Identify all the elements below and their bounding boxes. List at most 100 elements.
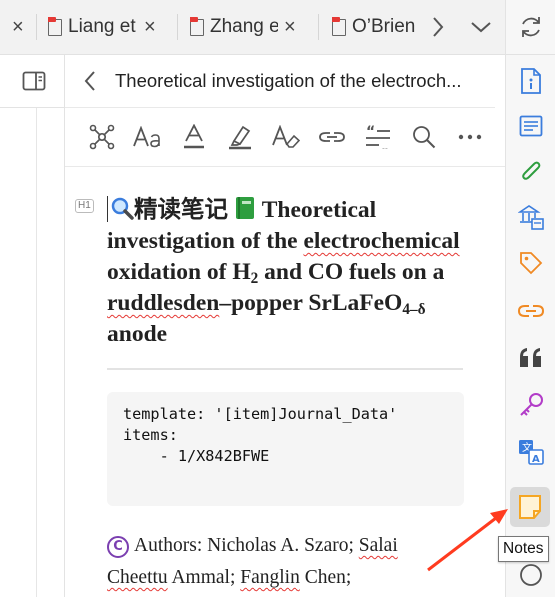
libraries-pane-button[interactable] (506, 197, 555, 237)
toggle-sidebar-button[interactable] (22, 71, 46, 91)
help-circle-icon (520, 564, 542, 586)
related-button[interactable] (79, 117, 125, 157)
heading-text: oxidation of H (107, 259, 251, 285)
horizontal-rule (107, 368, 463, 370)
network-icon (89, 124, 115, 150)
left-pane (0, 55, 65, 597)
font-color-icon (184, 124, 204, 149)
back-button[interactable] (65, 70, 115, 92)
formatting-toolbar: “„ (65, 108, 505, 167)
more-pane-button[interactable] (506, 560, 555, 590)
chevron-left-icon (84, 71, 95, 91)
clear-formatting-icon (272, 125, 300, 148)
text-format-button[interactable] (125, 117, 171, 157)
note-heading[interactable]: 精读笔记 Theoretical investigation of the el… (107, 194, 462, 350)
quote-icon (520, 348, 541, 367)
heading-text: and CO fuels on a (258, 259, 445, 285)
authors-text: Authors: Nicholas A. Szaro; (134, 535, 359, 556)
tab-separator (177, 14, 178, 40)
sidebar-toggle-icon (22, 71, 46, 91)
highlighter-icon (229, 125, 251, 150)
abstract-icon (519, 115, 543, 137)
text-color-button[interactable] (171, 117, 217, 157)
related-pane-button[interactable] (506, 291, 555, 331)
heading-subscript: 4–δ (402, 301, 426, 318)
heading-text: ruddlesden (107, 290, 220, 316)
tab-obrien[interactable]: O’Brien (332, 0, 418, 54)
notes-pane-button[interactable] (510, 487, 550, 527)
tab-label: Zhang e (210, 16, 278, 37)
text-cursor (107, 196, 108, 222)
note-editor: Theoretical investigation of the electro… (65, 55, 505, 597)
citation-icon: “„ (366, 125, 390, 149)
left-pane-header (0, 55, 64, 108)
abstract-pane-button[interactable] (506, 106, 555, 146)
more-icon (458, 134, 482, 140)
library-icon (518, 205, 544, 230)
clear-format-button[interactable] (263, 117, 309, 157)
sync-button[interactable] (506, 7, 555, 47)
tab-separator (318, 14, 319, 40)
magnifier-emoji-icon (111, 197, 134, 220)
heading-text: anode (107, 321, 168, 347)
pdf-icon (190, 16, 204, 36)
tag-icon (520, 252, 543, 275)
insert-link-button[interactable] (309, 117, 355, 157)
close-icon[interactable]: × (12, 16, 24, 39)
divider (506, 54, 555, 55)
search-icon (413, 126, 436, 149)
notes-icon (519, 495, 541, 519)
tab-zhang[interactable]: Zhang e × (190, 0, 314, 54)
authors-text: Chen; (299, 567, 352, 588)
pdf-icon (48, 16, 62, 36)
copyright-emoji-icon: C (107, 536, 129, 558)
close-icon[interactable]: × (284, 16, 296, 39)
authors-text: Salai (358, 535, 398, 556)
heading-text: –popper SrLaFeO (219, 290, 403, 316)
scroll-tabs-right-button[interactable] (418, 0, 458, 54)
keys-pane-button[interactable] (506, 385, 555, 425)
related-link-icon (517, 305, 545, 317)
highlight-button[interactable] (217, 117, 263, 157)
tabs-menu-button[interactable] (460, 0, 502, 54)
authors-text: Fanglin (240, 567, 300, 588)
svg-text:A: A (532, 454, 540, 465)
close-icon[interactable]: × (144, 16, 156, 39)
paperclip-icon (522, 161, 541, 180)
authors-text: Ammal; (167, 567, 241, 588)
pdf-icon (332, 16, 346, 36)
insert-citation-button[interactable]: “„ (355, 117, 401, 157)
sync-icon (522, 17, 540, 37)
authors-line[interactable]: C Authors: Nicholas A. Szaro; Salai Cheett… (107, 530, 467, 594)
code-block[interactable]: template: '[item]Journal_Data' items: - … (107, 392, 464, 506)
divider (36, 108, 37, 597)
tab-liang[interactable]: Liang et × (48, 0, 174, 54)
info-icon (521, 68, 541, 94)
tab-separator (36, 14, 37, 40)
link-icon (319, 132, 345, 142)
tags-pane-button[interactable] (506, 243, 555, 283)
note-title-bar: Theoretical investigation of the electro… (65, 55, 495, 108)
attachments-pane-button[interactable] (506, 152, 555, 192)
more-options-button[interactable] (447, 117, 493, 157)
translate-icon: 文A (519, 440, 544, 465)
svg-text:„: „ (381, 140, 389, 149)
chevron-right-icon (433, 17, 444, 37)
notes-tooltip: Notes (498, 536, 549, 562)
citations-pane-button[interactable] (506, 338, 555, 378)
translate-pane-button[interactable]: 文A (506, 432, 555, 472)
authors-text: Cheettu (107, 567, 168, 588)
key-icon (520, 393, 543, 416)
tab-label: Liang et (68, 16, 136, 37)
text-size-icon (133, 126, 160, 148)
tab-bar: × Liang et × Zhang e × O’Brien (0, 0, 505, 55)
chevron-down-icon (471, 22, 491, 33)
tab-label: O’Brien (352, 16, 416, 37)
tab-partial[interactable]: × (6, 0, 24, 54)
heading-level-badge: H1 (75, 199, 94, 213)
heading-text: electrochemical (303, 228, 460, 254)
heading-prefix: 精读笔记 (134, 195, 228, 223)
note-title: Theoretical investigation of the electro… (115, 70, 462, 91)
find-button[interactable] (401, 117, 447, 157)
info-pane-button[interactable] (506, 61, 555, 101)
